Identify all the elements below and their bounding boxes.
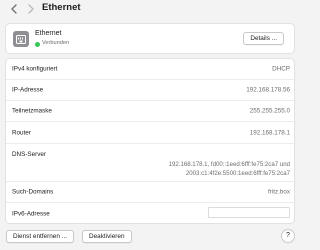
details-button[interactable]: Details ...	[243, 32, 284, 45]
network-settings-page: Ethernet Ethernet Verbunden Details ... …	[0, 0, 301, 250]
dns-server-line-1: 192.168.178.1, fd00::1eed:6fff:fe75:2ca7…	[168, 161, 290, 168]
details-card: IPv4 konfiguriert DHCP IP-Adresse 192.16…	[5, 58, 296, 224]
service-card: Ethernet Verbunden Details ...	[5, 23, 295, 54]
row-label: Such-Domains	[12, 188, 54, 196]
row-ip-address: IP-Adresse 192.168.178.56	[6, 80, 296, 101]
page-title: Ethernet	[42, 2, 81, 13]
deactivate-button[interactable]: Deaktivieren	[82, 230, 132, 243]
row-label: Router	[12, 129, 31, 136]
ethernet-port-icon	[13, 31, 29, 47]
row-value[interactable]: DHCP	[272, 66, 290, 73]
row-search-domains: Such-Domains fritz.box	[6, 182, 296, 203]
remove-service-button[interactable]: Dienst entfernen ...	[6, 230, 74, 243]
row-value: 192.168.178.56	[246, 86, 290, 94]
forward-button[interactable]	[24, 2, 38, 16]
service-status: Verbunden	[42, 40, 70, 46]
row-label: DNS-Server	[12, 151, 46, 158]
row-value: 192.168.178.1	[249, 129, 290, 136]
row-label: IP-Adresse	[12, 86, 44, 94]
help-button[interactable]: ?	[281, 229, 295, 243]
dns-server-line-2: 2003:c1:4f2e:5500:1eed:6fff:fe75:2ca7	[185, 169, 290, 177]
row-subnet-mask: Teilnetzmaske 255.255.255.0	[6, 101, 296, 122]
row-value: 255.255.255.0	[249, 107, 290, 115]
row-dns-server: DNS-Server 192.168.178.1, fd00::1eed:6ff…	[6, 144, 296, 182]
service-name: Ethernet	[35, 30, 62, 37]
toolbar: Ethernet	[0, 0, 301, 20]
chevron-left-icon	[11, 4, 17, 14]
row-value: fritz.box	[267, 188, 290, 196]
row-label: IPv4 konfiguriert	[12, 65, 58, 73]
status-dot-icon	[35, 42, 40, 47]
chevron-right-icon	[28, 4, 34, 14]
back-button[interactable]	[7, 2, 21, 16]
ipv6-address-field[interactable]	[208, 207, 290, 218]
row-label: Teilnetzmaske	[12, 107, 52, 115]
row-ipv6-address: IPv6-Adresse	[6, 203, 296, 224]
dns-server-values: 192.168.178.1, fd00::1eed:6fff:fe75:2ca7…	[169, 161, 290, 178]
row-label: IPv6-Adresse	[12, 210, 50, 217]
row-router: Router 192.168.178.1	[6, 122, 296, 144]
row-ipv4-configured: IPv4 konfiguriert DHCP	[6, 59, 296, 80]
